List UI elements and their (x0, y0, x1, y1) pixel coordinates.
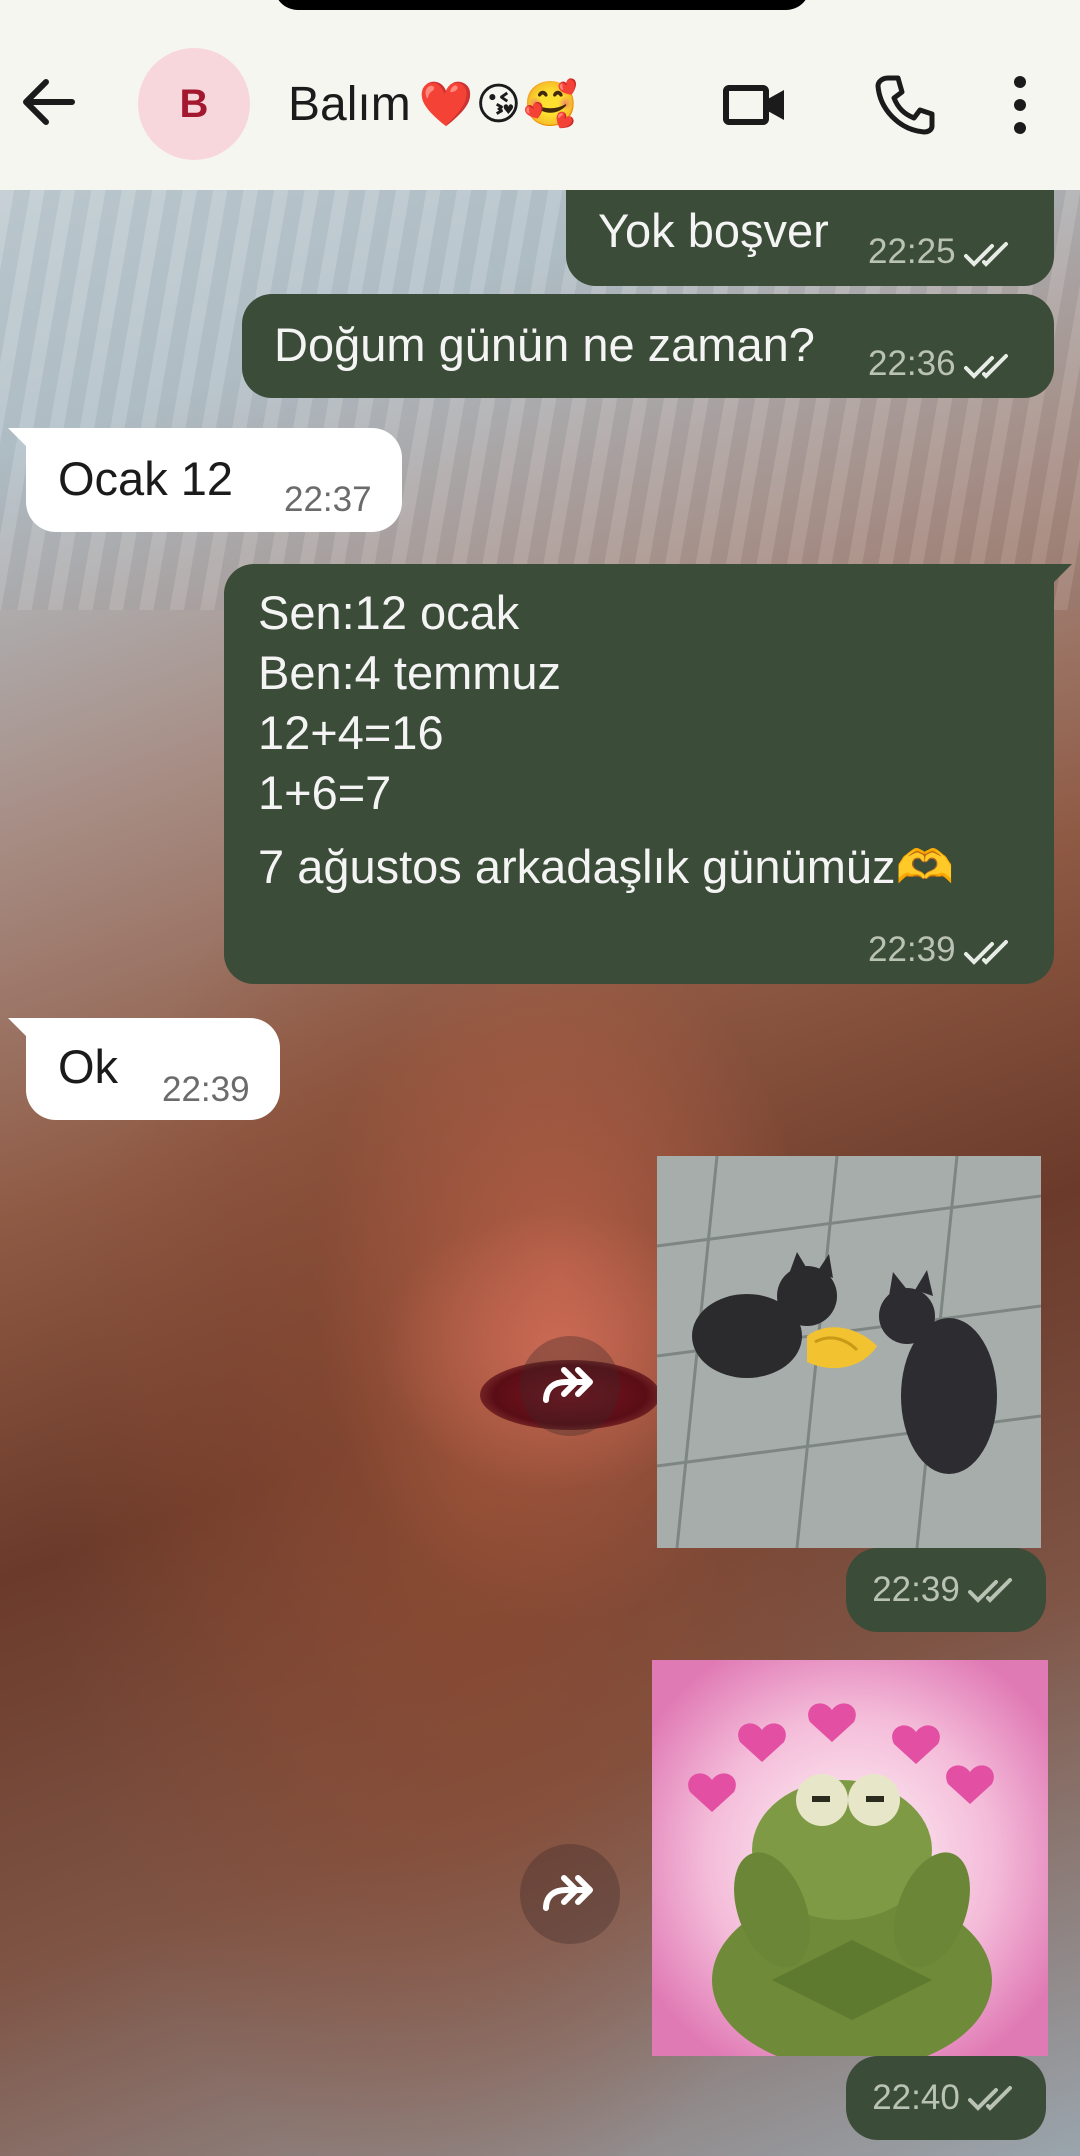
message-bubble-outgoing[interactable]: Sen:12 ocak Ben:4 temmuz 12+4=16 1+6=7 7… (224, 564, 1072, 984)
forward-button[interactable] (520, 1336, 620, 1436)
double-check-read-icon (962, 935, 1016, 965)
contact-name-emojis: ❤️😘🥰 (418, 80, 581, 129)
contact-name-text: Balım (288, 77, 411, 131)
message-meta: 22:36 (868, 342, 1016, 385)
message-time: 22:37 (284, 480, 372, 519)
message-bubble-outgoing[interactable]: Yok boşver 22:25 (566, 180, 1054, 286)
arrow-left-icon (23, 79, 75, 125)
kermit-hearts-sticker (652, 1660, 1048, 2056)
message-time: 22:39 (868, 930, 956, 969)
message-text: Yok boşver (598, 204, 829, 257)
chat-header: B Balım ❤️😘🥰 (0, 0, 1080, 190)
video-call-button[interactable] (720, 70, 790, 140)
status-bar-notch (274, 0, 810, 10)
message-bubble-incoming[interactable]: Ok 22:39 (8, 1018, 280, 1120)
double-check-delivered-icon (966, 2083, 1020, 2113)
message-text-line: 7 ağustos arkadaşlık günümüz🫶 (258, 840, 955, 893)
message-bubble-outgoing[interactable]: Doğum günün ne zaman? 22:36 (242, 294, 1054, 398)
sticker-image[interactable] (657, 1156, 1041, 1548)
cats-handshake-sticker (657, 1156, 1041, 1548)
message-meta: 22:39 (868, 928, 1016, 971)
message-text-line: 12+4=16 (258, 706, 444, 759)
sticker-image[interactable] (652, 1660, 1048, 2056)
phone-icon (875, 75, 935, 135)
message-text-line: Ben:4 temmuz (258, 646, 562, 699)
forward-button[interactable] (520, 1844, 620, 1944)
message-time: 22:25 (868, 232, 956, 271)
double-check-read-icon (962, 237, 1016, 267)
video-camera-icon (723, 85, 784, 125)
message-text-line: Sen:12 ocak (258, 586, 520, 639)
message-time: 22:36 (868, 344, 956, 383)
message-meta: 22:37 (284, 478, 372, 521)
avatar[interactable]: B (138, 48, 250, 160)
message-time: 22:39 (162, 1070, 250, 1109)
message-meta: 22:39 (162, 1068, 250, 1111)
message-time: 22:39 (872, 1570, 960, 1609)
message-text-line: 1+6=7 (258, 766, 392, 819)
sticker-timestamp: 22:40 (846, 2056, 1046, 2140)
message-meta: 22:25 (868, 230, 1016, 273)
double-check-read-icon (962, 349, 1016, 379)
forward-icon (543, 1875, 593, 1911)
message-text: Ocak 12 (58, 452, 234, 505)
sticker-timestamp: 22:39 (846, 1548, 1046, 1632)
message-text: Doğum günün ne zaman? (274, 318, 815, 371)
message-bubble-incoming[interactable]: Ocak 12 22:37 (8, 428, 402, 532)
double-check-delivered-icon (966, 1575, 1020, 1605)
contact-name[interactable]: Balım ❤️😘🥰 (288, 74, 580, 134)
more-vertical-icon (1014, 76, 1026, 134)
more-options-button[interactable] (1000, 70, 1040, 140)
message-text: Ok (58, 1040, 119, 1093)
voice-call-button[interactable] (870, 70, 940, 140)
message-time: 22:40 (872, 2078, 960, 2117)
forward-icon (543, 1367, 593, 1403)
back-button[interactable] (16, 70, 80, 134)
